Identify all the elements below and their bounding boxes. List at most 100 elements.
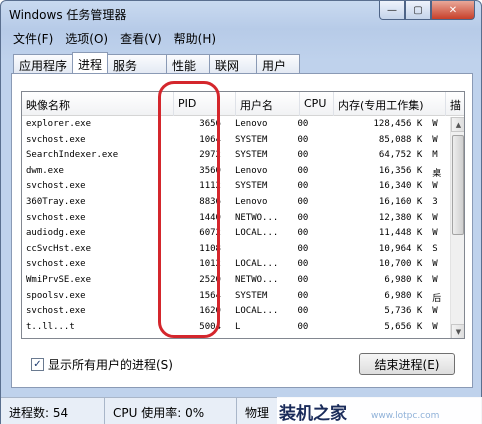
table-row[interactable]: spoolsv.exe 1564 SYSTEM 00 6,980 K 后 — [22, 289, 442, 305]
process-pid: 2972 — [199, 150, 221, 161]
table-row[interactable]: WmiPrvSE.exe 2520 NETWO... 00 6,980 K W — [22, 273, 442, 289]
table-row[interactable]: svchost.exe 1112 SYSTEM 00 16,340 K W — [22, 179, 442, 195]
watermark-url: www.lotpc.com — [371, 411, 440, 421]
process-user: SYSTEM — [234, 290, 268, 301]
process-cpu: 00 — [297, 274, 309, 285]
process-description: W — [432, 181, 438, 192]
process-pid: 2520 — [199, 274, 221, 285]
column-header-memory[interactable]: 内存(专用工作集) — [334, 92, 446, 116]
process-name: t..ll...t — [26, 321, 75, 332]
tab-processes[interactable]: 进程 — [72, 52, 109, 73]
process-cpu: 00 — [297, 321, 309, 332]
process-user: Lenovo — [234, 119, 268, 129]
watermark: 装机之家 www.lotpc.com — [277, 397, 482, 424]
process-memory: 128,456 K — [373, 119, 423, 129]
table-row[interactable]: ccSvcHst.exe 1108 00 10,964 K S — [22, 242, 442, 258]
tab-networking[interactable]: 联网 — [209, 54, 258, 73]
process-memory: 6,980 K — [384, 274, 423, 285]
column-header-description[interactable]: 描 — [446, 92, 464, 116]
process-pid: 3656 — [199, 119, 221, 129]
process-memory: 10,700 K — [378, 259, 423, 270]
menu-options[interactable]: 选项(O) — [59, 29, 114, 47]
tab-services[interactable]: 服务 — [107, 54, 168, 73]
process-description: 3 — [432, 196, 438, 207]
table-row[interactable]: svchost.exe 1012 LOCAL... 00 10,700 K W — [22, 257, 442, 273]
process-name: svchost.exe — [26, 212, 86, 223]
column-header-user-name[interactable]: 用户名 — [236, 92, 300, 116]
column-header-image-name[interactable]: 映像名称 — [22, 92, 174, 116]
process-user: Lenovo — [234, 165, 268, 176]
process-list-header: 映像名称 PID 用户名 CPU 内存(专用工作集) 描 — [22, 92, 464, 116]
process-pid: 1064 — [199, 134, 221, 145]
process-name: svchost.exe — [26, 181, 86, 192]
process-pid: 1564 — [199, 290, 221, 301]
process-user: SYSTEM — [234, 150, 268, 161]
process-user: SYSTEM — [234, 134, 268, 145]
process-pid: 3560 — [199, 165, 221, 176]
task-manager-window: Windows 任务管理器 — ▢ ✕ 文件(F) 选项(O) 查看(V) 帮助… — [0, 0, 482, 424]
process-memory: 16,160 K — [378, 196, 423, 207]
close-button[interactable]: ✕ — [431, 1, 475, 20]
process-cpu: 00 — [297, 212, 309, 223]
process-description: W — [432, 228, 438, 239]
table-row[interactable]: t..ll...t 5004 L 00 5,656 K W — [22, 320, 442, 336]
table-row[interactable]: audiodg.exe 6072 LOCAL... 00 11,448 K W — [22, 226, 442, 242]
scroll-thumb[interactable] — [452, 135, 464, 235]
scroll-down-icon[interactable]: ▼ — [451, 324, 464, 338]
menu-file[interactable]: 文件(F) — [7, 29, 59, 47]
process-name: explorer.exe — [26, 119, 92, 129]
menu-help[interactable]: 帮助(H) — [168, 29, 222, 47]
table-row[interactable]: svchost.exe 1064 SYSTEM 00 85,088 K W — [22, 133, 442, 149]
process-user: LOCAL... — [234, 306, 279, 317]
process-user: NETWO... — [234, 274, 279, 285]
process-name: SearchIndexer.exe — [26, 150, 119, 161]
process-cpu: 00 — [297, 196, 309, 207]
show-all-users-option[interactable]: ✓ 显示所有用户的进程(S) — [31, 356, 173, 373]
table-row[interactable]: SearchIndexer.exe 2972 SYSTEM 00 64,752 K M — [22, 148, 442, 164]
tab-users[interactable]: 用户 — [256, 54, 301, 73]
process-name: dwm.exe — [26, 165, 64, 176]
process-description: 桌 — [432, 168, 442, 179]
table-row[interactable]: 360Tray.exe 8836 Lenovo 00 16,160 K 3 — [22, 195, 442, 211]
scroll-up-icon[interactable]: ▲ — [451, 117, 464, 132]
process-name: svchost.exe — [26, 306, 86, 317]
vertical-scrollbar[interactable]: ▲ ▼ — [450, 117, 464, 338]
process-cpu: 00 — [297, 165, 309, 176]
process-user: SYSTEM — [234, 181, 268, 192]
menu-view[interactable]: 查看(V) — [114, 29, 168, 47]
process-cpu: 00 — [297, 259, 309, 270]
tab-applications[interactable]: 应用程序 — [13, 54, 74, 73]
process-memory: 12,380 K — [378, 212, 423, 223]
maximize-button[interactable]: ▢ — [405, 1, 431, 20]
process-cpu: 00 — [297, 150, 309, 161]
tab-performance[interactable]: 性能 — [166, 54, 211, 73]
process-cpu: 00 — [297, 306, 309, 317]
process-user: Lenovo — [234, 196, 268, 207]
menu-bar: 文件(F) 选项(O) 查看(V) 帮助(H) — [7, 29, 222, 47]
column-header-pid[interactable]: PID — [174, 92, 236, 116]
table-row[interactable]: svchost.exe 1620 LOCAL... 00 5,736 K W — [22, 304, 442, 320]
process-user — [231, 242, 293, 258]
process-cpu: 00 — [297, 243, 309, 254]
end-process-button[interactable]: 结束进程(E) — [359, 353, 455, 375]
process-description: W — [432, 212, 438, 223]
table-row[interactable]: explorer.exe 3656 Lenovo 00 128,456 K W — [22, 117, 442, 133]
column-header-cpu[interactable]: CPU — [300, 92, 334, 116]
watermark-text: 装机之家 — [279, 404, 347, 424]
table-row[interactable]: svchost.exe 1440 NETWO... 00 12,380 K W — [22, 211, 442, 227]
process-rows: explorer.exe 3656 Lenovo 00 128,456 K Wsvchos… — [22, 117, 442, 335]
process-list[interactable]: 映像名称 PID 用户名 CPU 内存(专用工作集) 描 explorer.ex… — [21, 91, 465, 339]
table-row[interactable]: dwm.exe 3560 Lenovo 00 16,356 K 桌 — [22, 164, 442, 180]
process-pid: 8836 — [199, 196, 221, 207]
process-name: 360Tray.exe — [26, 196, 86, 207]
process-cpu: 00 — [297, 134, 309, 145]
show-all-users-label: 显示所有用户的进程(S) — [48, 358, 173, 372]
show-all-users-checkbox[interactable]: ✓ — [31, 358, 44, 371]
process-description: W — [432, 321, 438, 332]
status-cpu-usage: CPU 使用率: 0% — [105, 397, 237, 424]
minimize-button[interactable]: — — [379, 1, 405, 20]
title-bar[interactable]: Windows 任务管理器 — ▢ ✕ — [1, 1, 481, 28]
process-cpu: 00 — [297, 290, 309, 301]
process-memory: 6,980 K — [384, 290, 423, 301]
process-memory: 11,448 K — [378, 228, 423, 239]
